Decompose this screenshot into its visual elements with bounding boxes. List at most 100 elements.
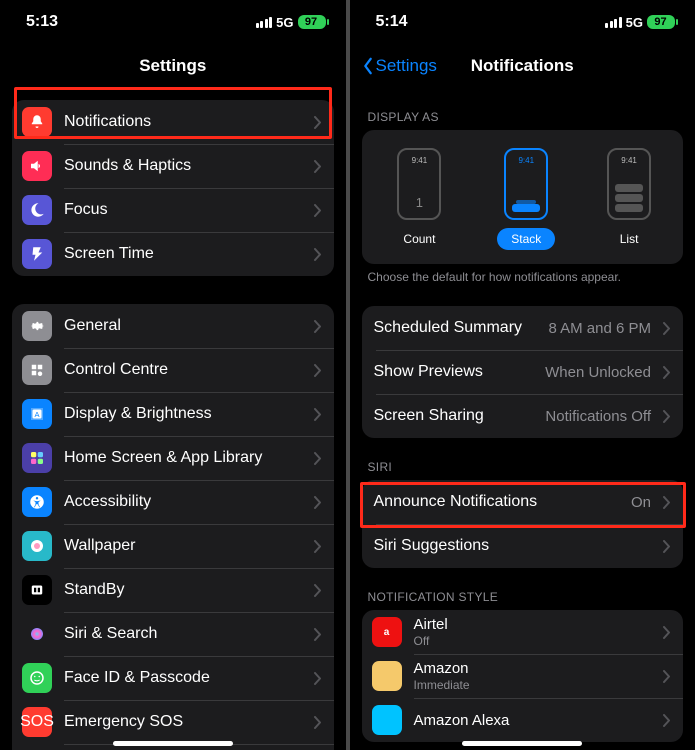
chevron-right-icon <box>314 204 322 217</box>
nav-back-label: Settings <box>376 56 437 76</box>
row-label: Amazon Alexa <box>414 712 652 729</box>
svg-text:A: A <box>34 410 39 419</box>
notifications-settings-group: Scheduled Summary 8 AM and 6 PM Show Previ… <box>362 306 684 438</box>
settings-scroll[interactable]: Notifications Sounds & Haptics Focus Screen… <box>0 88 346 750</box>
row-label: Scheduled Summary <box>374 319 537 337</box>
row-label: Accessibility <box>64 493 302 511</box>
settings-row-general[interactable]: General <box>12 304 334 348</box>
chevron-right-icon <box>663 714 671 727</box>
page-title: Settings <box>139 56 206 76</box>
chevron-right-icon <box>314 452 322 465</box>
controlcentre-icon <box>22 355 52 385</box>
settings-row-accessibility[interactable]: Accessibility <box>12 480 334 524</box>
settings-row-focus[interactable]: Focus <box>12 188 334 232</box>
section-footer-display-as: Choose the default for how notifications… <box>362 264 684 284</box>
display-mode-count[interactable]: 9:41 1 Count <box>393 148 445 250</box>
row-label: Focus <box>64 201 302 219</box>
mini-phone-stack: 9:41 <box>504 148 548 220</box>
signal-icon <box>605 17 622 28</box>
home-indicator[interactable] <box>462 741 582 746</box>
settings-row-wallpaper[interactable]: Wallpaper <box>12 524 334 568</box>
chevron-right-icon <box>663 410 671 423</box>
phone-notifications: 5:14 5G 97 Settings Notifications DISPLA… <box>350 0 695 750</box>
row-label: Notifications <box>64 113 302 131</box>
settings-row-standby[interactable]: StandBy <box>12 568 334 612</box>
settings-row-display[interactable]: A Display & Brightness <box>12 392 334 436</box>
chevron-right-icon <box>314 672 322 685</box>
mini-phone-list: 9:41 <box>607 148 651 220</box>
row-detail: Notifications Off <box>545 408 651 425</box>
row-label: Face ID & Passcode <box>64 669 302 687</box>
nav-back-button[interactable]: Settings <box>362 56 437 76</box>
siri-icon <box>22 619 52 649</box>
row-detail: 8 AM and 6 PM <box>548 320 651 337</box>
home-indicator[interactable] <box>113 741 233 746</box>
row-label: General <box>64 317 302 335</box>
row-label: Screen Time <box>64 245 302 263</box>
standby-icon <box>22 575 52 605</box>
row-label: Wallpaper <box>64 537 302 555</box>
page-title: Notifications <box>471 56 574 76</box>
chevron-right-icon <box>663 670 671 683</box>
mode-label: Stack <box>497 228 555 250</box>
section-header-display-as: DISPLAY AS <box>362 88 684 130</box>
row-label: Home Screen & App Library <box>64 449 302 467</box>
row-previews[interactable]: Show PreviewsWhen Unlocked <box>362 350 684 394</box>
display-mode-stack[interactable]: 9:41 Stack <box>497 148 555 250</box>
mini-phone-count: 9:41 1 <box>397 148 441 220</box>
display-mode-list[interactable]: 9:41 List <box>607 148 651 250</box>
row-label: Airtel <box>414 616 652 633</box>
focus-icon <box>22 195 52 225</box>
settings-row-sos[interactable]: SOSEmergency SOS <box>12 700 334 744</box>
chevron-right-icon <box>314 540 322 553</box>
status-bar: 5:14 5G 97 <box>350 0 695 44</box>
chevron-right-icon <box>663 322 671 335</box>
row-label: Display & Brightness <box>64 405 302 423</box>
general-icon <box>22 311 52 341</box>
status-time: 5:14 <box>376 13 408 31</box>
mode-label: List <box>610 228 649 250</box>
sos-icon: SOS <box>22 707 52 737</box>
settings-row-notifications[interactable]: Notifications <box>12 100 334 144</box>
homescreen-icon <box>22 443 52 473</box>
settings-row-siri[interactable]: Siri & Search <box>12 612 334 656</box>
app-row-airtel[interactable]: aAirtelOff <box>362 610 684 654</box>
row-announce[interactable]: Announce Notifications On <box>362 480 684 524</box>
app-row-amazon[interactable]: AmazonImmediate <box>362 654 684 698</box>
row-scheduled[interactable]: Scheduled Summary 8 AM and 6 PM <box>362 306 684 350</box>
status-network: 5G <box>626 15 643 30</box>
row-detail: On <box>631 494 651 511</box>
app-row-alexa[interactable]: Amazon Alexa <box>362 698 684 742</box>
row-label: Amazon <box>414 660 652 677</box>
sounds-icon <box>22 151 52 181</box>
app-icon-amazon <box>372 661 402 691</box>
row-label: Sounds & Haptics <box>64 157 302 175</box>
settings-row-homescreen[interactable]: Home Screen & App Library <box>12 436 334 480</box>
chevron-right-icon <box>314 716 322 729</box>
row-sharing[interactable]: Screen SharingNotifications Off <box>362 394 684 438</box>
chevron-right-icon <box>314 160 322 173</box>
settings-row-controlcentre[interactable]: Control Centre <box>12 348 334 392</box>
accessibility-icon <box>22 487 52 517</box>
settings-row-faceid[interactable]: Face ID & Passcode <box>12 656 334 700</box>
row-suggestions[interactable]: Siri Suggestions <box>362 524 684 568</box>
chevron-right-icon <box>663 626 671 639</box>
settings-row-sounds[interactable]: Sounds & Haptics <box>12 144 334 188</box>
row-label: StandBy <box>64 581 302 599</box>
chevron-right-icon <box>663 496 671 509</box>
row-label: Announce Notifications <box>374 493 619 511</box>
chevron-left-icon <box>362 57 374 75</box>
notification-style-group: aAirtelOffAmazonImmediate Amazon Alexa <box>362 610 684 742</box>
status-network: 5G <box>276 15 293 30</box>
settings-group-2: General Control Centre A Display & Brightne… <box>12 304 334 750</box>
notifications-scroll[interactable]: DISPLAY AS 9:41 1 Count 9:41 Stack <box>350 88 695 750</box>
row-label: Control Centre <box>64 361 302 379</box>
chevron-right-icon <box>314 116 322 129</box>
settings-row-screentime[interactable]: Screen Time <box>12 232 334 276</box>
siri-group: Announce Notifications On Siri Suggestions <box>362 480 684 568</box>
status-bar: 5:13 5G 97 <box>0 0 346 44</box>
chevron-right-icon <box>314 320 322 333</box>
nav-bar: Settings <box>0 44 346 88</box>
battery-icon: 97 <box>298 15 326 29</box>
display-as-selector: 9:41 1 Count 9:41 Stack 9:41 <box>362 130 684 264</box>
